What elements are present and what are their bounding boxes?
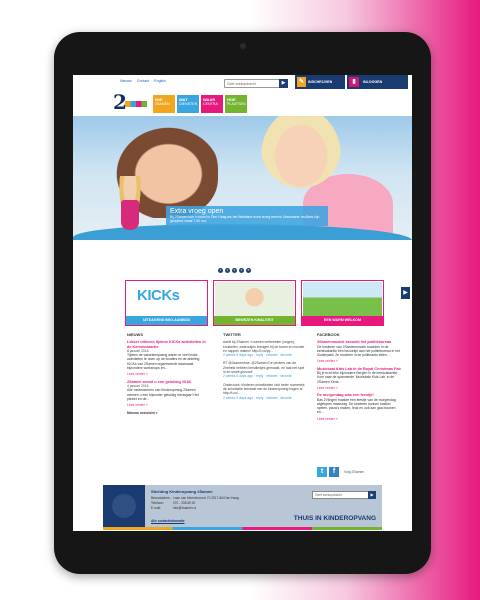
- kicks-text: KICKs: [137, 287, 180, 304]
- twitter-column: TWITTER Aardt bij 2Samen 'n samen verbee…: [223, 332, 305, 404]
- top-link-contact[interactable]: Contact: [137, 79, 149, 83]
- footer-color-bar: [103, 527, 382, 530]
- logo[interactable]: 2: [113, 90, 147, 114]
- tweet: Aardt bij 2Samen 'n samen verbeelden (on…: [223, 340, 305, 357]
- facebook-icon[interactable]: f: [329, 467, 339, 477]
- footer-email-link[interactable]: info@2samen.nl: [173, 506, 196, 510]
- search-button[interactable]: ▶: [279, 79, 288, 88]
- read-more-link[interactable]: Lees verder »: [317, 359, 401, 363]
- nieuws-heading: NIEUWS: [127, 332, 143, 337]
- card-label: BEWEZEN KWALITEIT: [214, 316, 295, 325]
- card-photo-baby: [215, 282, 294, 316]
- card-bso-aanbod[interactable]: KICKs UITDAGEND BSO-AANBOD: [125, 280, 208, 326]
- inschrijven-button[interactable]: ✎ INSCHRIJVEN: [295, 75, 345, 89]
- nav-wat[interactable]: WAT DIENSTEN: [177, 95, 199, 113]
- twitter-icon[interactable]: t: [317, 467, 327, 477]
- footer-slogan: THUIS IN KINDEROPVANG: [293, 515, 376, 522]
- hero-text: Bij 2Samen kun u voorzi in Den Haag als …: [170, 215, 320, 223]
- top-link-nieuws[interactable]: Nieuws: [120, 79, 132, 83]
- tweet-text: RT @2samenhoe: @2Samen De peuters van de…: [223, 361, 305, 375]
- camera: [239, 43, 246, 49]
- facebook-heading: FACEBOOK: [317, 332, 340, 337]
- slider-dot[interactable]: 1: [218, 268, 223, 273]
- hero-slider: Extra vroeg open Bij 2Samen kun u voorzi…: [73, 116, 412, 240]
- card-welkom[interactable]: EEN WARM WELKOM: [301, 280, 384, 326]
- footer-contact: Bezoekadres: Laan van Meerdervoort 70 251…: [151, 496, 239, 510]
- twitter-heading: TWITTER: [223, 332, 241, 337]
- news-overview-link[interactable]: Nieuws overzicht »: [127, 411, 207, 415]
- nav-hoe[interactable]: HOE PLAATSEN: [225, 95, 247, 113]
- fb-post-body: Bas 2Vlingen maakte een feestje van de m…: [317, 397, 396, 415]
- website-screen: Nieuws Contact English Geef zoekopdracht…: [73, 75, 412, 531]
- slider-dot[interactable]: 2: [225, 268, 230, 273]
- footer-search-button[interactable]: ▶: [368, 491, 376, 499]
- fb-post-body: De kinderen van 2Samenmuziek brachten in…: [317, 344, 400, 358]
- hero-title: Extra vroeg open: [170, 208, 224, 215]
- hero-photo-girl: [115, 176, 145, 232]
- read-more-link[interactable]: Lees verder »: [317, 417, 401, 421]
- slider-dot[interactable]: 4: [239, 268, 244, 273]
- facebook-column: FACEBOOK 2Samenmuziek bezoekt het politi…: [317, 332, 401, 423]
- read-more-link[interactable]: Lees verder »: [317, 386, 401, 390]
- inloggen-label: INLOGGEN: [363, 80, 383, 84]
- category-nav: WIE 2SAMEN WAT DIENSTEN WAAR CENTRA HOE PLAA…: [153, 95, 247, 113]
- footer-search-input[interactable]: Geef zoekopdracht ▶: [312, 491, 376, 499]
- slider-dot[interactable]: 5: [246, 268, 251, 273]
- tweet-text: Aardt bij 2Samen 'n samen verbeelden (on…: [223, 340, 305, 353]
- tweet-meta[interactable]: 2 weeks 5 days ago · reply · retweet · f…: [223, 396, 305, 400]
- read-more-link[interactable]: Lees verder »: [127, 403, 207, 407]
- news-body: Tijdens de vakantieopvang waren er veel …: [127, 353, 200, 371]
- pencil-icon: ✎: [297, 77, 306, 87]
- nieuws-column: NIEUWS Lekker uitleven tijdens KICKs act…: [127, 332, 207, 416]
- hero-caption: Extra vroeg open Bij 2Samen kun u voorzi…: [166, 206, 328, 226]
- footer-logo: [112, 494, 136, 518]
- tweet-text: Onderzoek: kinderen ontwikkelen zich bet…: [223, 382, 305, 396]
- card-label: UITDAGEND BSO-AANBOD: [126, 316, 207, 325]
- nav-waar[interactable]: WAAR CENTRA: [201, 95, 223, 113]
- news-body: Alle medewerkers van Kinderopvang 2Samen…: [127, 388, 199, 401]
- tweet-meta[interactable]: 2 weeks 5 days ago · reply · retweet · f…: [223, 353, 305, 357]
- contact-info-link[interactable]: Alle contactinformatie: [151, 519, 184, 523]
- inschrijven-label: INSCHRIJVEN: [308, 80, 333, 84]
- card-illustration-house: [303, 282, 382, 316]
- kicks-logo: KICKs: [127, 282, 206, 316]
- tablet-frame: Nieuws Contact English Geef zoekopdracht…: [54, 32, 431, 574]
- slider-next-arrow[interactable]: ▶: [401, 287, 410, 299]
- footer-org-name: Stichting Kinderopvang 2Samen: [151, 489, 213, 494]
- read-more-link[interactable]: Lees verder »: [127, 372, 207, 376]
- social-links: t f Volg 2Samen: [317, 467, 364, 477]
- news-title[interactable]: Lekker uitleven tijdens KICKs activiteit…: [127, 340, 207, 349]
- tweet-meta[interactable]: 2 weeks 5 days ago · reply · retweet · f…: [223, 374, 305, 378]
- search-placeholder: Geef zoekopdracht: [227, 82, 256, 86]
- slider-dots: 1 2 3 4 5: [218, 268, 251, 273]
- search-input[interactable]: Geef zoekopdracht ▶: [224, 79, 288, 88]
- inloggen-button[interactable]: ▮ INLOGGEN: [347, 75, 408, 89]
- fb-post-title[interactable]: 2Samenmuziek bezoekt het politiebureau: [317, 340, 401, 344]
- follow-label: Volg 2Samen: [344, 470, 365, 474]
- tweet: RT @2samenhoe: @2Samen De peuters van de…: [223, 361, 305, 378]
- top-links: Nieuws Contact English: [120, 79, 166, 83]
- lock-icon: ▮: [349, 77, 359, 87]
- tweet: Onderzoek: kinderen ontwikkelen zich bet…: [223, 383, 305, 400]
- fb-post-body: Bij je echt leke bijzondere Bergen in de…: [317, 371, 398, 384]
- footer: Stichting Kinderopvang 2Samen Bezoekadre…: [103, 485, 382, 527]
- top-link-english[interactable]: English: [154, 79, 166, 83]
- slider-dot[interactable]: 3: [232, 268, 237, 273]
- logo-stripes: [125, 101, 147, 107]
- nav-wie[interactable]: WIE 2SAMEN: [153, 95, 175, 113]
- card-kwaliteit[interactable]: BEWEZEN KWALITEIT: [213, 280, 296, 326]
- card-label: EEN WARM WELKOM: [302, 316, 383, 325]
